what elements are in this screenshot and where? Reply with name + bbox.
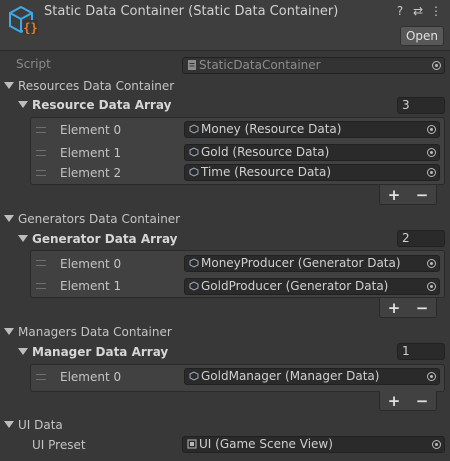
- prefab-icon: [187, 439, 197, 449]
- generator-element-0-field[interactable]: MoneyProducer (Generator Data): [184, 255, 440, 272]
- foldout-arrow-icon: [18, 101, 28, 108]
- resource-list-controls: + −: [379, 185, 437, 205]
- foldout-arrow-icon: [4, 82, 14, 89]
- add-element-button[interactable]: +: [388, 299, 401, 317]
- ui-preset-field[interactable]: UI (Game Scene View): [182, 436, 445, 453]
- script-value: StaticDataContainer: [199, 58, 321, 72]
- manager-array-size[interactable]: 1: [397, 343, 445, 360]
- add-element-button[interactable]: +: [388, 392, 401, 410]
- object-picker-icon[interactable]: [427, 168, 436, 177]
- element-value: GoldManager (Manager Data): [201, 369, 380, 383]
- manager-element-0-field[interactable]: GoldManager (Manager Data): [184, 368, 440, 385]
- element-value: Money (Resource Data): [201, 122, 342, 136]
- scriptable-object-icon: [189, 167, 199, 177]
- foldout-arrow-icon: [4, 328, 14, 335]
- object-picker-icon[interactable]: [427, 148, 436, 157]
- drag-handle-icon[interactable]: [36, 260, 46, 266]
- generators-label: Generators Data Container: [18, 212, 181, 226]
- drag-handle-icon[interactable]: [36, 283, 46, 289]
- object-picker-icon[interactable]: [427, 259, 436, 268]
- open-button[interactable]: Open: [400, 26, 444, 46]
- scriptable-object-icon: [189, 281, 199, 291]
- generators-foldout[interactable]: Generators Data Container: [4, 212, 180, 226]
- element-label: Element 0: [60, 257, 122, 271]
- generator-array-size[interactable]: 2: [397, 230, 445, 247]
- presets-icon[interactable]: ⇄: [412, 4, 424, 18]
- generator-array-label: Generator Data Array: [32, 232, 178, 246]
- foldout-arrow-icon: [18, 348, 28, 355]
- generator-array-foldout[interactable]: Generator Data Array: [18, 232, 178, 246]
- ui-data-foldout[interactable]: UI Data: [4, 418, 63, 432]
- object-picker-icon[interactable]: [427, 372, 436, 381]
- scriptable-object-icon: [189, 124, 199, 134]
- resource-array-size[interactable]: 3: [397, 97, 445, 114]
- header-buttons: ? ⇄ ⋮: [394, 4, 442, 18]
- remove-element-button[interactable]: −: [416, 392, 429, 410]
- scriptable-object-icon: [189, 371, 199, 381]
- ui-preset-label: UI Preset: [32, 438, 86, 452]
- remove-element-button[interactable]: −: [416, 299, 429, 317]
- ui-preset-value: UI (Game Scene View): [199, 437, 333, 451]
- managers-foldout[interactable]: Managers Data Container: [4, 325, 172, 339]
- scriptable-object-icon: [189, 258, 199, 268]
- object-picker-icon[interactable]: [432, 440, 441, 449]
- manager-array-foldout[interactable]: Manager Data Array: [18, 345, 168, 359]
- drag-handle-icon[interactable]: [36, 374, 46, 380]
- object-picker-icon[interactable]: [427, 282, 436, 291]
- script-icon: [188, 60, 196, 70]
- remove-element-button[interactable]: −: [416, 186, 429, 204]
- element-value: GoldProducer (Generator Data): [201, 279, 389, 293]
- add-element-button[interactable]: +: [388, 186, 401, 204]
- resource-array-label: Resource Data Array: [32, 98, 172, 112]
- resources-foldout[interactable]: Resources Data Container: [4, 79, 174, 93]
- generator-list-controls: + −: [379, 298, 437, 318]
- element-label: Element 0: [60, 370, 122, 384]
- element-value: Time (Resource Data): [201, 165, 332, 179]
- resource-element-2-field[interactable]: Time (Resource Data): [184, 164, 440, 181]
- element-label: Element 1: [60, 146, 122, 160]
- resource-array-foldout[interactable]: Resource Data Array: [18, 98, 171, 112]
- resource-element-0-field[interactable]: Money (Resource Data): [184, 121, 440, 138]
- object-picker-icon[interactable]: [432, 61, 441, 70]
- element-value: Gold (Resource Data): [201, 145, 330, 159]
- managers-label: Managers Data Container: [18, 325, 172, 339]
- help-icon[interactable]: ?: [394, 4, 406, 18]
- scriptable-object-icon: {}: [9, 5, 38, 35]
- foldout-arrow-icon: [4, 421, 14, 428]
- foldout-arrow-icon: [18, 235, 28, 242]
- scriptable-object-icon: [189, 147, 199, 157]
- drag-handle-icon[interactable]: [36, 150, 46, 156]
- resource-element-1-field[interactable]: Gold (Resource Data): [184, 144, 440, 161]
- resources-label: Resources Data Container: [18, 79, 175, 93]
- inspector-title: Static Data Container (Static Data Conta…: [44, 4, 339, 19]
- drag-handle-icon[interactable]: [36, 127, 46, 133]
- manager-list-controls: + −: [379, 391, 437, 411]
- foldout-arrow-icon: [4, 215, 14, 222]
- element-label: Element 2: [60, 166, 122, 180]
- svg-text:{}: {}: [23, 21, 37, 35]
- drag-handle-icon[interactable]: [36, 170, 46, 176]
- ui-data-label: UI Data: [18, 418, 63, 432]
- generator-element-1-field[interactable]: GoldProducer (Generator Data): [184, 278, 440, 295]
- element-value: MoneyProducer (Generator Data): [201, 256, 401, 270]
- manager-array-label: Manager Data Array: [32, 345, 169, 359]
- element-label: Element 0: [60, 123, 122, 137]
- element-label: Element 1: [60, 279, 122, 293]
- object-picker-icon[interactable]: [427, 125, 436, 134]
- script-field[interactable]: StaticDataContainer: [182, 57, 445, 74]
- more-options-icon[interactable]: ⋮: [430, 4, 442, 18]
- script-label: Script: [16, 57, 51, 71]
